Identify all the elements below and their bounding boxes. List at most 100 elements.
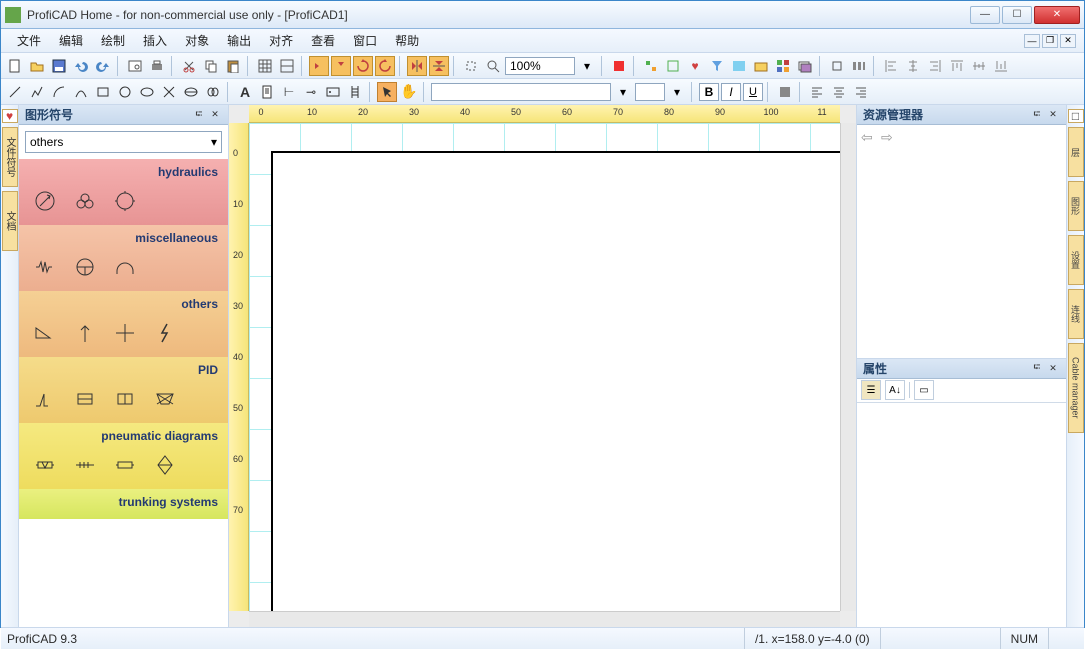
crop-icon[interactable] [827,56,847,76]
zoom-dropdown-icon[interactable]: ▾ [577,56,597,76]
font-dropdown-icon[interactable]: ▾ [613,82,633,102]
category-hydraulics[interactable]: hydraulics [19,159,228,225]
category-pneumatic[interactable]: pneumatic diagrams [19,423,228,489]
scrollbar-vertical[interactable] [840,123,856,611]
preview-icon[interactable] [125,56,145,76]
mdi-minimize[interactable]: — [1024,34,1040,48]
align-bottom-icon[interactable] [991,56,1011,76]
hand-icon[interactable]: ✋ [399,82,419,102]
mdi-close[interactable]: ✕ [1060,34,1076,48]
symbol-icon[interactable] [153,387,177,411]
new-icon[interactable] [5,56,25,76]
zoom-input[interactable] [505,57,575,75]
rtab-wires[interactable]: 连线 [1068,289,1084,339]
zoom-icon[interactable] [483,56,503,76]
symbol-icon[interactable] [73,189,97,213]
underline-button[interactable]: U [743,83,763,101]
nav-forward-icon[interactable]: ⇨ [881,129,897,145]
shape1-icon[interactable] [641,56,661,76]
group-icon[interactable] [773,56,793,76]
polyline-icon[interactable] [27,82,47,102]
distribute-icon[interactable] [849,56,869,76]
symbol-icon[interactable] [113,387,137,411]
scrollbar-horizontal[interactable] [249,611,840,627]
nav-back-icon[interactable]: ⇦ [861,129,877,145]
symbol-icon[interactable] [33,255,57,279]
align-text-right-icon[interactable] [851,82,871,102]
mdi-restore[interactable]: ❐ [1042,34,1058,48]
panel-pin-icon[interactable]: ⮓ [1030,108,1044,122]
favorites-tab[interactable]: ♥ [2,109,18,123]
align-top-icon[interactable] [947,56,967,76]
rtab-shapes[interactable]: 图形 [1068,181,1084,231]
cross-icon[interactable] [159,82,179,102]
rtab-settings[interactable]: 设置 [1068,235,1084,285]
ladder-icon[interactable] [345,82,365,102]
copy-icon[interactable] [201,56,221,76]
rtab-cable-manager[interactable]: Cable manager [1068,343,1084,433]
symbol-icon[interactable] [113,453,137,477]
menu-insert[interactable]: 插入 [135,30,175,51]
point-icon[interactable]: ⊸ [301,82,321,102]
symbol-icon[interactable] [33,189,57,213]
canvas[interactable] [249,123,840,611]
flip-v-icon[interactable] [331,56,351,76]
undo-icon[interactable] [71,56,91,76]
cut-icon[interactable] [179,56,199,76]
grid-icon[interactable] [255,56,275,76]
extent-icon[interactable] [461,56,481,76]
heart-icon[interactable]: ♥ [685,56,705,76]
symbol-icon[interactable] [73,387,97,411]
symbol-icon[interactable] [33,453,57,477]
text-icon[interactable]: A [235,82,255,102]
ellipse-icon[interactable] [137,82,157,102]
props-pages-icon[interactable]: ▭ [914,380,934,400]
mirror-v-icon[interactable] [429,56,449,76]
menu-file[interactable]: 文件 [9,30,49,51]
symbol-icon[interactable] [153,453,177,477]
props-alpha-icon[interactable]: A↓ [885,380,905,400]
menu-edit[interactable]: 编辑 [51,30,91,51]
symbol-icon[interactable] [73,255,97,279]
color-icon[interactable] [775,82,795,102]
symbol-icon[interactable] [33,321,57,345]
align-text-center-icon[interactable] [829,82,849,102]
panel-close-icon[interactable]: ✕ [1046,108,1060,122]
symbol-icon[interactable] [73,453,97,477]
paste-icon[interactable] [223,56,243,76]
redo-icon[interactable] [93,56,113,76]
menu-object[interactable]: 对象 [177,30,217,51]
rtab-layers[interactable]: 层 [1068,127,1084,177]
align-left-icon[interactable] [881,56,901,76]
links-icon[interactable] [277,56,297,76]
panel-pin-icon[interactable]: ⮓ [192,108,206,122]
size-dropdown-icon[interactable]: ▾ [667,82,687,102]
symbol-icon[interactable] [33,387,57,411]
menu-output[interactable]: 输出 [219,30,259,51]
loop-icon[interactable] [203,82,223,102]
panel-pin-icon[interactable]: ⮓ [1030,361,1044,375]
mirror-h-icon[interactable] [407,56,427,76]
align-center-icon[interactable] [903,56,923,76]
symbol-icon[interactable] [153,321,177,345]
panel-close-icon[interactable]: ✕ [1046,361,1060,375]
bezier-icon[interactable] [71,82,91,102]
menu-help[interactable]: 帮助 [387,30,427,51]
symbol-icon[interactable] [113,255,137,279]
dimension-icon[interactable]: ⊢ [279,82,299,102]
align-text-left-icon[interactable] [807,82,827,102]
print-icon[interactable] [147,56,167,76]
ellipse-arc-icon[interactable] [181,82,201,102]
layer-icon[interactable] [609,56,629,76]
folder-icon[interactable] [751,56,771,76]
symbol-icon[interactable] [113,321,137,345]
order-icon[interactable] [795,56,815,76]
menu-window[interactable]: 窗口 [345,30,385,51]
rtab-icon[interactable]: □ [1068,109,1084,123]
italic-button[interactable]: I [721,83,741,101]
shape2-icon[interactable] [663,56,683,76]
align-right-icon[interactable] [925,56,945,76]
filter-icon[interactable] [707,56,727,76]
open-icon[interactable] [27,56,47,76]
menu-draw[interactable]: 绘制 [93,30,133,51]
